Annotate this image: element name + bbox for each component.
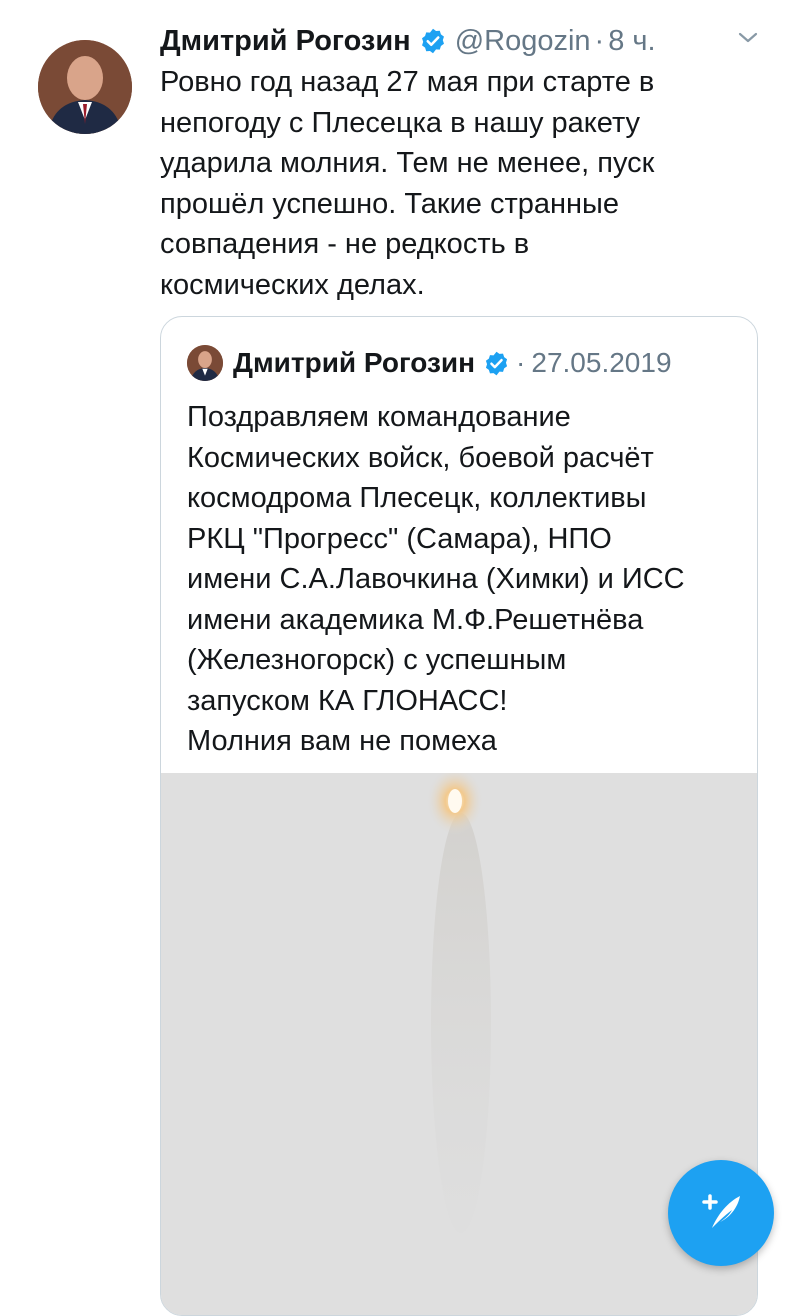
verified-badge-icon: [483, 350, 510, 377]
quoted-tweet-header: Дмитрий Рогозин · 27.05.2019: [187, 343, 672, 383]
verified-badge-icon: [419, 27, 447, 55]
compose-tweet-icon: [694, 1184, 748, 1243]
quoted-tweet-text: Поздравляем командование Космических вой…: [187, 401, 685, 757]
quoted-author-name: Дмитрий Рогозин: [233, 347, 476, 378]
media-photo[interactable]: [161, 767, 757, 1315]
tweet-header: Дмитрий Рогозин @Rogozin · 8 ч.: [160, 18, 758, 64]
tweet-text: Ровно год назад 27 мая при старте в непо…: [160, 66, 655, 301]
avatar[interactable]: [38, 40, 132, 134]
quoted-tweet[interactable]: Дмитрий Рогозин · 27.05.2019 Поздравляем…: [160, 316, 758, 1316]
quoted-date: 27.05.2019: [531, 347, 672, 378]
tweet-time[interactable]: 8 ч.: [608, 25, 655, 58]
author-handle[interactable]: @Rogozin: [455, 25, 591, 58]
separator: ·: [594, 24, 605, 57]
quoted-avatar: [187, 345, 223, 381]
separator: ·: [516, 347, 526, 378]
compose-tweet-button[interactable]: [668, 1160, 774, 1266]
author-name[interactable]: Дмитрий Рогозин: [160, 25, 411, 58]
chevron-down-icon[interactable]: [736, 26, 760, 50]
tweet[interactable]: Дмитрий Рогозин @Rogozin · 8 ч. Ровно го…: [0, 0, 798, 1316]
